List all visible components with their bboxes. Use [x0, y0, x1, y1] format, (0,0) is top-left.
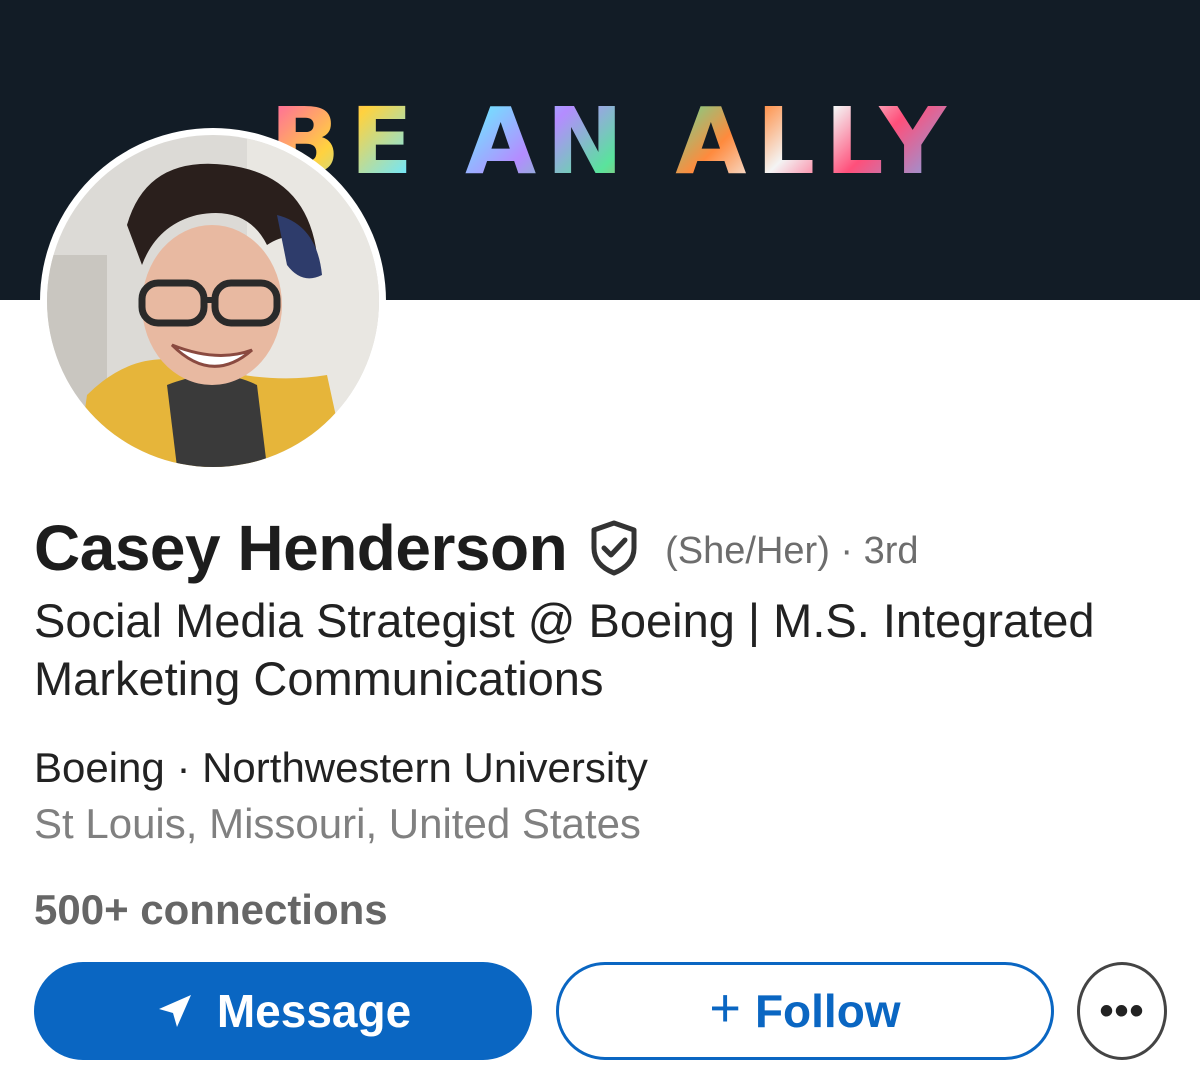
pronouns-degree: (She/Her) · 3rd — [665, 529, 919, 572]
shield-check-icon[interactable] — [589, 520, 639, 576]
follow-label: Follow — [754, 985, 901, 1037]
profile-name: Casey Henderson — [34, 512, 568, 584]
profile-avatar[interactable] — [40, 128, 386, 474]
avatar-photo — [47, 135, 379, 467]
connections-count[interactable]: 500+ connections — [34, 886, 388, 934]
profile-headline: Social Media Strategist @ Boeing | M.S. … — [34, 594, 1095, 705]
company-school[interactable]: Boeing · Northwestern University — [34, 744, 648, 792]
name-row: Casey Henderson (She/Her) · 3rd — [34, 508, 919, 588]
more-options-button[interactable]: ••• — [1077, 962, 1167, 1060]
message-button[interactable]: Message — [34, 962, 532, 1060]
message-label: Message — [216, 985, 412, 1037]
send-icon — [155, 991, 195, 1031]
ellipsis-icon: ••• — [1099, 988, 1145, 1033]
profile-location: St Louis, Missouri, United States — [34, 800, 641, 847]
follow-button[interactable]: + Follow — [556, 962, 1054, 1060]
plus-icon: + — [709, 978, 741, 1038]
